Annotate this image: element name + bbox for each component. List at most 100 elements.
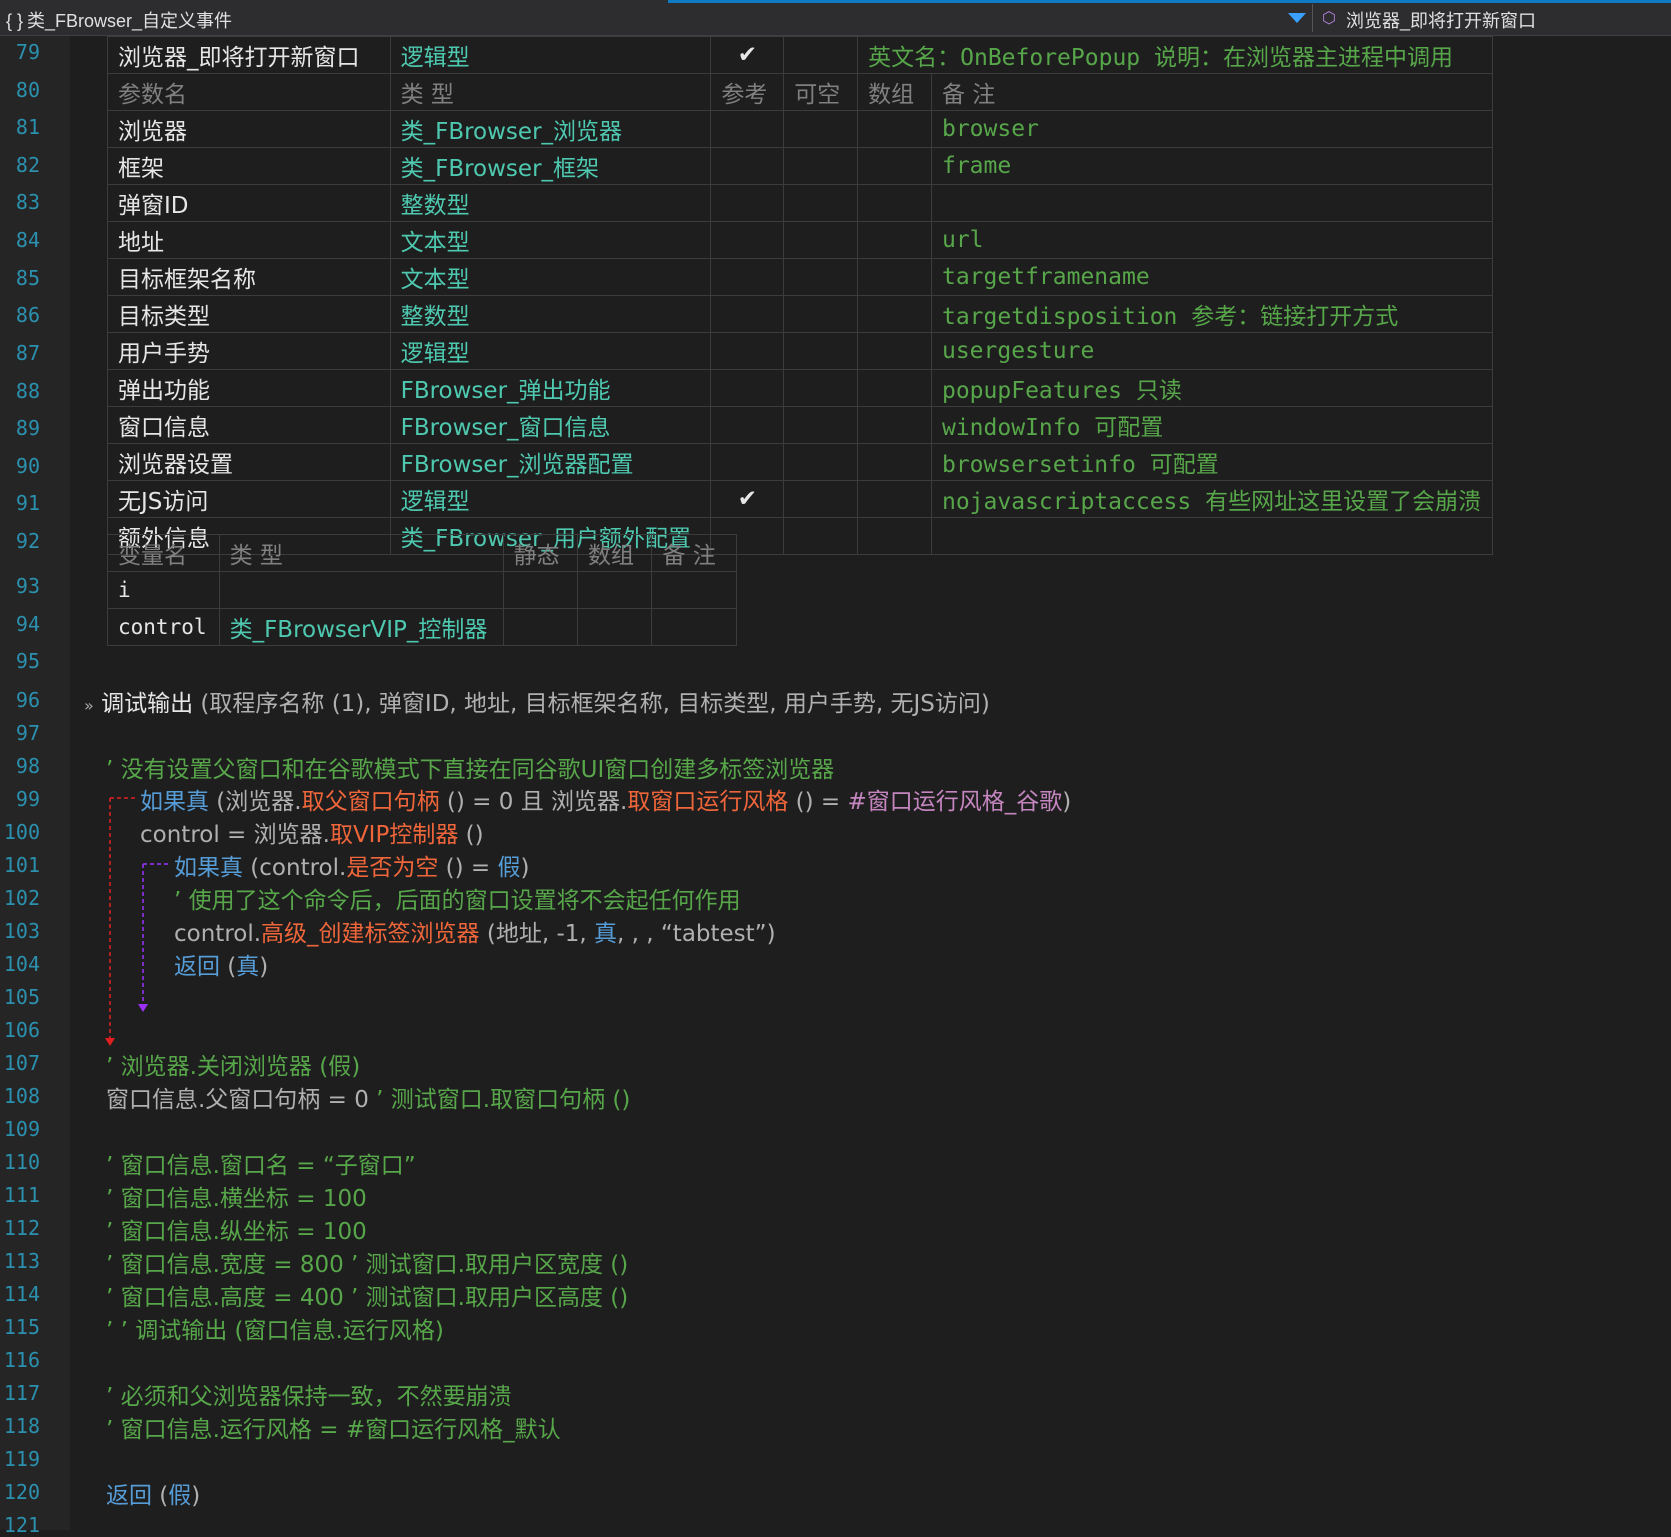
param-type: FBrowser_浏览器配置	[389, 443, 712, 481]
param-nullable	[783, 147, 859, 185]
outer-if-guide	[109, 797, 138, 1040]
col-var-array: 数组	[577, 534, 653, 572]
outer-if-arrow-icon	[105, 1038, 115, 1046]
line-number: 112	[3, 1216, 40, 1240]
param-nullable	[783, 369, 859, 407]
param-ref: ✔	[710, 480, 785, 518]
param-array	[857, 184, 932, 222]
param-type: 逻辑型	[389, 480, 712, 518]
line-number: 85	[15, 266, 40, 290]
param-ref	[710, 221, 785, 259]
comment-line-117[interactable]: ’ 必须和父浏览器保持一致，不然要崩溃	[106, 1377, 512, 1411]
scope-dropdown[interactable]: { } 类_FBrowser_自定义事件	[6, 7, 232, 33]
param-nullable	[783, 110, 859, 148]
param-row[interactable]: 浏览器 类_FBrowser_浏览器 browser	[107, 110, 1494, 148]
param-note	[930, 184, 1494, 222]
param-nullable	[783, 480, 859, 518]
param-note	[930, 517, 1494, 555]
param-row[interactable]: 弹出功能 FBrowser_弹出功能 popupFeatures 只读	[107, 369, 1494, 407]
line-number: 106	[3, 1018, 40, 1042]
event-return-type: 逻辑型	[389, 36, 712, 74]
param-ref	[710, 295, 785, 333]
param-row[interactable]: 用户手势 逻辑型 usergesture	[107, 332, 1494, 370]
param-ref	[710, 147, 785, 185]
comment-line-113[interactable]: ’ 窗口信息.宽度 = 800 ’ 测试窗口.取用户区宽度 ()	[106, 1245, 628, 1279]
scope-label: 类_FBrowser_自定义事件	[27, 11, 233, 31]
line-number: 114	[3, 1282, 40, 1306]
param-type: 整数型	[389, 184, 712, 222]
event-params-table: 浏览器_即将打开新窗口 逻辑型 ✔ 英文名：OnBeforePopup 说明：在…	[107, 36, 1494, 555]
line-number: 118	[3, 1414, 40, 1438]
param-note: frame	[930, 147, 1494, 185]
param-row[interactable]: 浏览器设置 FBrowser_浏览器配置 browsersetinfo 可配置	[107, 443, 1494, 481]
param-array	[857, 295, 932, 333]
param-row[interactable]: 弹窗ID 整数型	[107, 184, 1494, 222]
member-dropdown[interactable]: 浏览器_即将打开新窗口	[1346, 7, 1536, 33]
param-note: nojavascriptaccess 有些网址这里设置了会崩溃	[930, 480, 1494, 518]
col-type: 类 型	[389, 73, 712, 111]
param-type: FBrowser_窗口信息	[389, 406, 712, 444]
line-number: 107	[3, 1051, 40, 1075]
param-row[interactable]: 目标框架名称 文本型 targetframename	[107, 258, 1494, 296]
param-nullable	[783, 295, 859, 333]
line-number: 89	[15, 416, 40, 440]
var-note	[651, 608, 737, 646]
comment-line-110[interactable]: ’ 窗口信息.窗口名 = “子窗口”	[106, 1146, 416, 1180]
code-line-120[interactable]: 返回 (假)	[106, 1476, 200, 1510]
param-type: 类_FBrowser_框架	[389, 147, 712, 185]
line-number: 109	[3, 1117, 40, 1141]
param-row[interactable]: 地址 文本型 url	[107, 221, 1494, 259]
event-row[interactable]: 浏览器_即将打开新窗口 逻辑型 ✔ 英文名：OnBeforePopup 说明：在…	[107, 36, 1493, 74]
line-number: 79	[15, 40, 40, 64]
param-nullable	[783, 406, 859, 444]
param-note: targetframename	[930, 258, 1494, 296]
cube-icon: ⬡	[1322, 8, 1336, 27]
param-type: 类_FBrowser_浏览器	[389, 110, 712, 148]
line-number: 87	[15, 341, 40, 365]
comment-line-114[interactable]: ’ 窗口信息.高度 = 400 ’ 测试窗口.取用户区高度 ()	[106, 1278, 628, 1312]
param-note: targetdisposition 参考：链接打开方式	[930, 295, 1494, 333]
line-number: 93	[15, 574, 40, 598]
line-number: 84	[15, 228, 40, 252]
line-number: 121	[3, 1513, 40, 1537]
code-editor[interactable]: 浏览器_即将打开新窗口 逻辑型 ✔ 英文名：OnBeforePopup 说明：在…	[70, 36, 1671, 1530]
col-nullable: 可空	[783, 73, 859, 111]
col-ref: 参考	[710, 73, 785, 111]
param-ref	[710, 406, 785, 444]
line-number: 96	[15, 688, 40, 712]
event-note: 英文名：OnBeforePopup 说明：在浏览器主进程中调用	[857, 36, 1493, 74]
param-note: browser	[930, 110, 1494, 148]
param-row[interactable]: 窗口信息 FBrowser_窗口信息 windowInfo 可配置	[107, 406, 1494, 444]
param-row[interactable]: 目标类型 整数型 targetdisposition 参考：链接打开方式	[107, 295, 1494, 333]
comment-line-112[interactable]: ’ 窗口信息.纵坐标 = 100	[106, 1212, 367, 1246]
comment-line-118[interactable]: ’ 窗口信息.运行风格 = #窗口运行风格_默认	[106, 1410, 561, 1444]
col-static: 静态	[502, 534, 579, 572]
var-array	[577, 571, 653, 609]
var-array	[577, 608, 653, 646]
braces-icon: { }	[6, 11, 24, 31]
divider	[1312, 4, 1313, 32]
line-number: 117	[3, 1381, 40, 1405]
line-number-gutter: 79 80 81 82 83 84 85 86 87 88 89 90 91 92 93 94 95 96 97 98…	[0, 36, 70, 1537]
editor-navigation-bar: { } 类_FBrowser_自定义事件 ⬡ 浏览器_即将打开新窗口	[0, 0, 1671, 36]
comment-line-115[interactable]: ’ ’ 调试输出 (窗口信息.运行风格)	[106, 1311, 444, 1345]
line-number: 83	[15, 190, 40, 214]
dropdown-arrow-icon[interactable]	[1288, 13, 1306, 23]
line-number: 90	[15, 454, 40, 478]
line-number: 103	[3, 919, 40, 943]
param-ref	[710, 332, 785, 370]
param-array	[857, 332, 932, 370]
param-row[interactable]: 框架 类_FBrowser_框架 frame	[107, 147, 1494, 185]
line-number: 108	[3, 1084, 40, 1108]
param-nullable	[783, 221, 859, 259]
param-array	[857, 480, 932, 518]
params-header-row: 参数名 类 型 参考 可空 数组 备 注	[107, 73, 1494, 111]
comment-line-111[interactable]: ’ 窗口信息.横坐标 = 100	[106, 1179, 367, 1213]
line-number: 113	[3, 1249, 40, 1273]
code-line-99[interactable]: 如果真 (浏览器.取父窗口句柄 () = 0 且 浏览器.取窗口运行风格 () …	[140, 782, 1071, 816]
line-number: 120	[3, 1480, 40, 1504]
param-row[interactable]: 无JS访问 逻辑型 ✔ nojavascriptaccess 有些网址这里设置了会崩溃	[107, 480, 1494, 518]
param-array	[857, 443, 932, 481]
param-note: windowInfo 可配置	[930, 406, 1494, 444]
line-number: 119	[3, 1447, 40, 1471]
